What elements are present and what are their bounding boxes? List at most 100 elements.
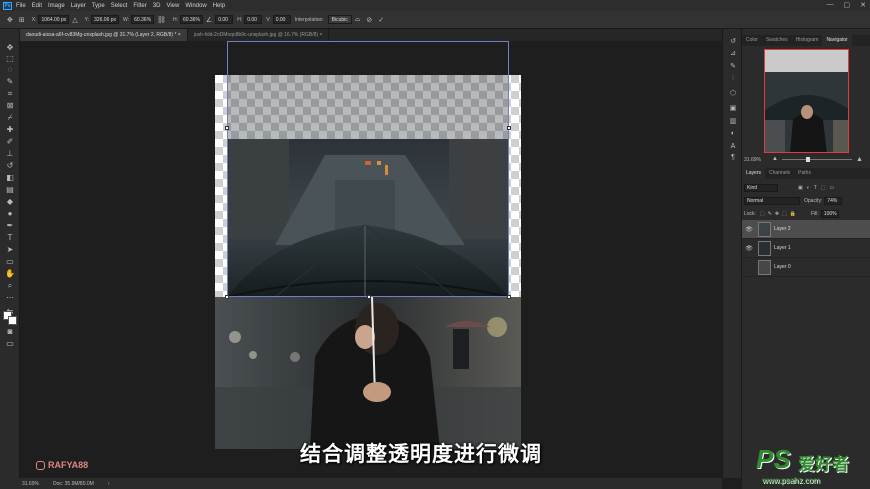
menu-help[interactable]: Help <box>213 3 225 9</box>
eyedropper-icon[interactable]: ⌿ <box>4 113 16 123</box>
delta-icon[interactable]: △ <box>72 16 77 24</box>
handle-bottom-middle[interactable] <box>367 295 371 299</box>
channels-icon[interactable]: ◐ <box>728 129 738 139</box>
marquee-tool-icon[interactable]: ⬚ <box>4 54 16 64</box>
navigator-zoom-slider[interactable] <box>782 157 852 162</box>
width-field[interactable]: 60.36% <box>131 15 155 24</box>
visibility-eye-icon[interactable]: 👁 <box>742 245 756 252</box>
menu-edit[interactable]: Edit <box>32 3 42 9</box>
properties-icon[interactable]: ⊿ <box>728 49 738 59</box>
navigator-view-box[interactable] <box>764 49 849 153</box>
zoom-tool-icon[interactable]: ⌕ <box>4 281 16 291</box>
adjustments-icon[interactable]: ⫶ <box>728 74 738 84</box>
handle-bottom-left[interactable] <box>225 295 229 299</box>
brush-settings-icon[interactable]: ✎ <box>728 62 738 72</box>
reference-point-icon[interactable]: ⊞ <box>19 16 25 24</box>
tab-close-icon[interactable]: × <box>319 32 322 38</box>
screen-mode-icon[interactable]: ▭ <box>4 339 16 349</box>
photoshop-logo[interactable]: Ps <box>3 1 12 10</box>
warp-icon[interactable]: ⌓ <box>355 16 361 24</box>
gradient-tool-icon[interactable]: ▤ <box>4 185 16 195</box>
tab-histogram[interactable]: Histogram <box>792 35 823 46</box>
y-field[interactable]: 326.06 px <box>91 15 120 24</box>
tab-document-2[interactable]: josh-hild-2oDMoqo8b9c-unsplash.jpg @ 16.… <box>188 29 330 41</box>
menu-filter[interactable]: Filter <box>133 3 146 9</box>
move-tool-icon[interactable]: ✥ <box>4 43 16 53</box>
vskew-field[interactable]: 0.00 <box>272 15 291 24</box>
tab-channels[interactable]: Channels <box>765 168 794 179</box>
zoom-out-icon[interactable]: ▲ <box>772 156 778 162</box>
path-select-icon[interactable]: ➤ <box>4 245 16 255</box>
navigator-zoom[interactable]: 31.69% <box>744 157 761 163</box>
tab-swatches[interactable]: Swatches <box>762 35 792 46</box>
character-icon[interactable]: A <box>728 142 738 152</box>
tab-layers[interactable]: Layers <box>742 168 766 179</box>
background-color-swatch[interactable] <box>8 316 17 325</box>
filter-type-icons[interactable]: ▣◐T⬚▭ <box>798 185 838 191</box>
menu-select[interactable]: Select <box>111 3 128 9</box>
maximize-button[interactable]: ▢ <box>844 1 851 9</box>
move-tool-icon[interactable]: ✥ <box>7 16 13 24</box>
history-brush-icon[interactable]: ↺ <box>4 161 16 171</box>
healing-brush-icon[interactable]: ✚ <box>4 125 16 135</box>
blend-mode-select[interactable]: Normal <box>744 197 800 205</box>
status-arrow-icon[interactable]: › <box>108 481 110 487</box>
interpolation-select[interactable]: Bicubic <box>327 15 352 24</box>
menu-type[interactable]: Type <box>92 3 105 9</box>
quick-select-icon[interactable]: ✎ <box>4 77 16 87</box>
type-tool-icon[interactable]: T <box>4 233 16 243</box>
menu-file[interactable]: File <box>16 3 26 9</box>
tab-close-icon[interactable]: × <box>178 32 181 38</box>
commit-transform-icon[interactable]: ✓ <box>378 16 384 24</box>
history-icon[interactable]: ↺ <box>728 37 738 47</box>
tab-paths[interactable]: Paths <box>794 168 815 179</box>
angle-field[interactable]: 0.00 <box>215 15 234 24</box>
libraries-icon[interactable]: ▣ <box>728 104 738 114</box>
handle-bottom-right[interactable] <box>507 295 511 299</box>
layer-name[interactable]: Layer 1 <box>774 245 791 251</box>
transform-bounding-box[interactable] <box>225 41 511 299</box>
menu-view[interactable]: View <box>166 3 179 9</box>
clone-stamp-icon[interactable]: ⊥ <box>4 149 16 159</box>
tab-color[interactable]: Color <box>742 35 762 46</box>
zoom-in-icon[interactable]: ▲ <box>856 156 863 163</box>
zoom-slider-thumb[interactable] <box>806 157 810 162</box>
quick-mask-icon[interactable]: ◙ <box>4 327 16 337</box>
pen-tool-icon[interactable]: ✒ <box>4 221 16 231</box>
3d-icon[interactable]: ⬡ <box>728 89 738 99</box>
status-zoom[interactable]: 31.69% <box>22 481 39 487</box>
dodge-tool-icon[interactable]: ● <box>4 209 16 219</box>
height-field[interactable]: 60.36% <box>179 15 203 24</box>
layer-row-layer-2[interactable]: 👁 Layer 2 <box>742 220 870 239</box>
handle-left-middle[interactable] <box>225 126 229 130</box>
layer-name[interactable]: Layer 0 <box>774 264 791 270</box>
frame-tool-icon[interactable]: ⊠ <box>4 101 16 111</box>
menu-layer[interactable]: Layer <box>71 3 86 9</box>
close-window-button[interactable]: ✕ <box>860 1 866 9</box>
lock-icons[interactable]: ⬚✎✥⬚🔒 <box>760 211 799 217</box>
hskew-field[interactable]: 0.00 <box>244 15 263 24</box>
layer-kind-filter[interactable]: Kind <box>744 184 778 192</box>
brush-tool-icon[interactable]: ✐ <box>4 137 16 147</box>
tab-navigator[interactable]: Navigator <box>822 35 852 46</box>
menu-image[interactable]: Image <box>48 3 65 9</box>
eraser-tool-icon[interactable]: ◧ <box>4 173 16 183</box>
lasso-tool-icon[interactable]: ◌ <box>4 65 16 75</box>
canvas-area[interactable] <box>20 41 722 478</box>
menu-3d[interactable]: 3D <box>153 3 161 9</box>
layer-name[interactable]: Layer 2 <box>774 226 791 232</box>
link-icon[interactable]: ⛓ <box>157 16 166 24</box>
visibility-eye-icon[interactable]: 👁 <box>742 226 756 233</box>
styles-icon[interactable]: ▥ <box>728 117 738 127</box>
tab-document-1[interactable]: daoudi-aissa-a6f-cv83Mg-unsplash.jpg @ 3… <box>20 29 188 41</box>
handle-right-middle[interactable] <box>507 126 511 130</box>
menu-window[interactable]: Window <box>185 3 206 9</box>
opacity-field[interactable]: 74% <box>824 197 843 205</box>
shape-tool-icon[interactable]: ▭ <box>4 257 16 267</box>
document-canvas[interactable] <box>215 41 521 449</box>
more-tools-icon[interactable]: ⋯ <box>4 293 16 303</box>
layer-row-layer-0[interactable]: Layer 0 <box>742 258 870 277</box>
x-field[interactable]: 1064.00 px <box>38 15 70 24</box>
layer-row-layer-1[interactable]: 👁 Layer 1 <box>742 239 870 258</box>
fill-field[interactable]: 100% <box>820 210 839 218</box>
